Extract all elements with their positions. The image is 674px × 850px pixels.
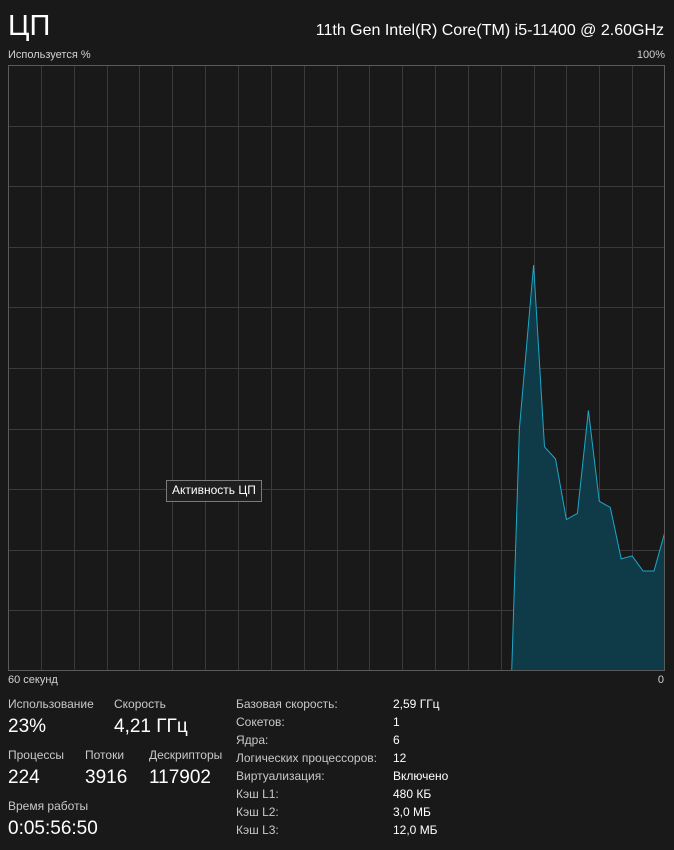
y-axis-max-label: 100% xyxy=(636,49,665,61)
threads-value: 3916 xyxy=(85,767,128,788)
utilization-label: Использование xyxy=(8,697,94,711)
spec-value-sockets: 1 xyxy=(393,715,400,729)
y-axis-label: Используется % xyxy=(8,49,91,61)
threads-label: Потоки xyxy=(85,748,125,762)
x-axis-min-label: 0 xyxy=(657,674,664,686)
processes-value: 224 xyxy=(8,767,40,788)
spec-value-cores: 6 xyxy=(393,733,400,747)
cpu-model-name: 11th Gen Intel(R) Core(TM) i5-11400 @ 2.… xyxy=(315,22,664,39)
x-axis-label: 60 секунд xyxy=(8,674,58,686)
utilization-value: 23% xyxy=(8,716,47,737)
page-title: ЦП xyxy=(8,10,51,42)
spec-label-cache-l3: Кэш L3: xyxy=(236,823,279,837)
graph-tooltip: Активность ЦП xyxy=(166,480,262,502)
spec-label-logical-processors: Логических процессоров: xyxy=(236,751,377,765)
spec-label-sockets: Сокетов: xyxy=(236,715,285,729)
spec-label-cache-l2: Кэш L2: xyxy=(236,805,279,819)
spec-label-base-speed: Базовая скорость: xyxy=(236,697,338,711)
spec-value-cache-l3: 12,0 МБ xyxy=(393,823,438,837)
spec-label-cache-l1: Кэш L1: xyxy=(236,787,279,801)
processes-label: Процессы xyxy=(8,748,65,762)
uptime-value: 0:05:56:50 xyxy=(8,818,98,839)
spec-label-cores: Ядра: xyxy=(236,733,269,747)
spec-value-virtualization: Включено xyxy=(393,769,449,783)
spec-value-cache-l2: 3,0 МБ xyxy=(393,805,431,819)
handles-value: 117902 xyxy=(149,767,211,788)
handles-label: Дескрипторы xyxy=(149,748,223,762)
speed-label: Скорость xyxy=(114,697,166,711)
cpu-utilization-graph[interactable] xyxy=(8,65,665,671)
spec-value-cache-l1: 480 КБ xyxy=(393,787,432,801)
spec-value-logical-processors: 12 xyxy=(393,751,407,765)
uptime-label: Время работы xyxy=(8,799,89,813)
spec-label-virtualization: Виртуализация: xyxy=(236,769,325,783)
spec-value-base-speed: 2,59 ГГц xyxy=(393,697,440,711)
speed-value: 4,21 ГГц xyxy=(114,716,188,737)
